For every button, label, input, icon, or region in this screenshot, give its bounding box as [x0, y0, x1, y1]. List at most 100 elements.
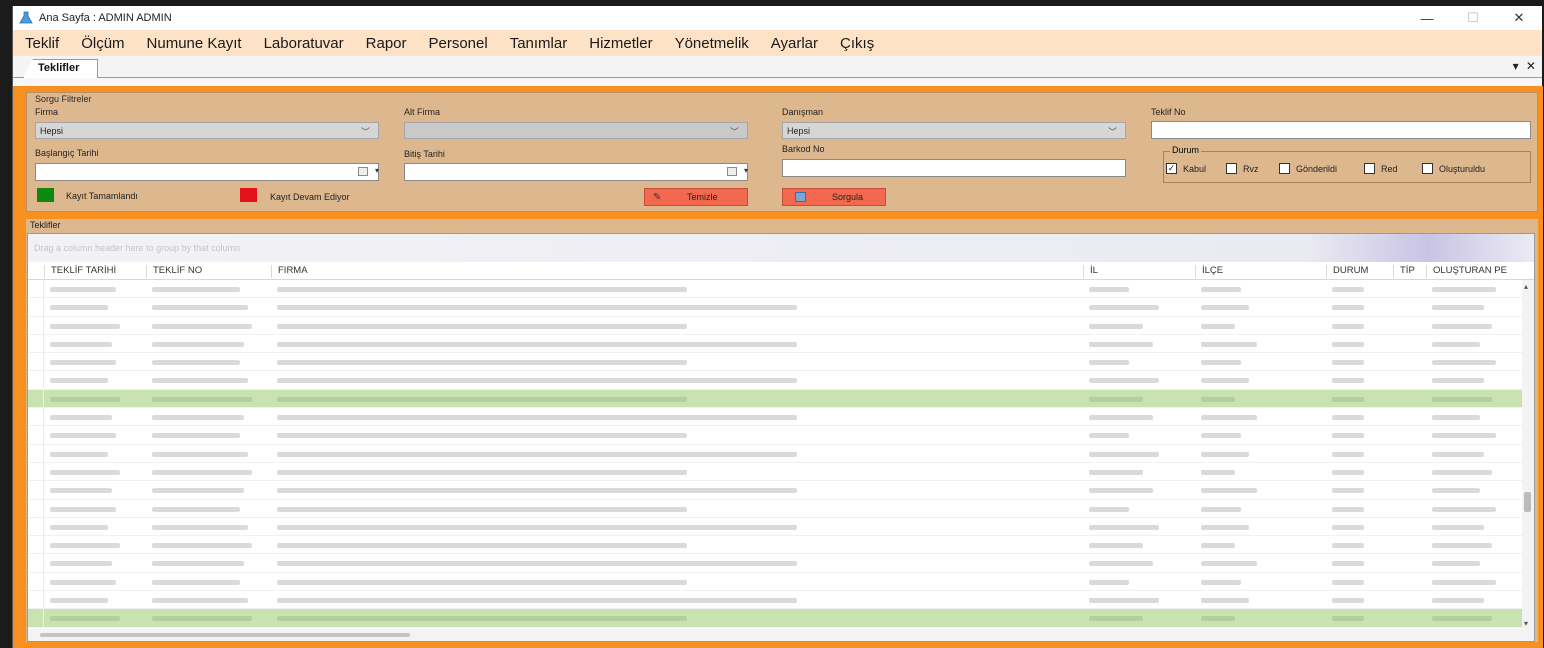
durum-kabul-checkbox[interactable]: ✓ Kabul — [1166, 163, 1206, 174]
col-il[interactable]: İL — [1083, 265, 1098, 278]
scroll-thumb[interactable] — [1524, 492, 1531, 512]
scroll-up-icon[interactable]: ▴ — [1524, 282, 1528, 291]
menu-rapor[interactable]: Rapor — [366, 35, 407, 52]
row-selector[interactable] — [28, 481, 44, 499]
durum-rvz-checkbox[interactable]: Rvz — [1226, 163, 1259, 174]
scroll-down-icon[interactable]: ▾ — [1524, 619, 1528, 628]
checkbox-icon[interactable] — [1422, 163, 1433, 174]
table-cell — [1332, 506, 1364, 512]
baslangic-tarihi-picker[interactable]: ▾ — [35, 163, 379, 181]
table-row[interactable] — [28, 444, 1534, 463]
table-row[interactable] — [28, 609, 1534, 628]
menu-yonetmelik[interactable]: Yönetmelik — [675, 35, 749, 52]
table-row[interactable] — [28, 554, 1534, 573]
table-cell — [1201, 360, 1241, 366]
table-row[interactable] — [28, 408, 1534, 427]
table-cell — [1089, 305, 1159, 311]
row-selector[interactable] — [28, 591, 44, 609]
barkod-no-input[interactable] — [782, 159, 1126, 177]
durum-gonderildi-checkbox[interactable]: Gönderildi — [1279, 163, 1337, 174]
legend-done-swatch — [37, 188, 54, 202]
maximize-button[interactable]: ☐ — [1450, 6, 1496, 30]
menu-hizmetler[interactable]: Hizmetler — [589, 35, 652, 52]
durum-red-checkbox[interactable]: Red — [1364, 163, 1398, 174]
table-row[interactable] — [28, 462, 1534, 482]
row-selector[interactable] — [28, 444, 44, 462]
checkbox-icon[interactable] — [1364, 163, 1375, 174]
row-selector[interactable] — [28, 334, 44, 353]
menu-teklif[interactable]: Teklif — [25, 35, 59, 52]
table-row[interactable] — [28, 517, 1534, 537]
table-row[interactable] — [28, 536, 1534, 555]
bitis-tarihi-picker[interactable]: ▾ — [404, 163, 748, 181]
row-selector[interactable] — [28, 371, 44, 389]
row-selector[interactable] — [28, 517, 44, 536]
row-selector[interactable] — [28, 280, 44, 298]
menu-numune-kayit[interactable]: Numune Kayıt — [147, 35, 242, 52]
table-row[interactable] — [28, 389, 1534, 409]
row-selector[interactable] — [28, 426, 44, 444]
row-selector[interactable] — [28, 389, 44, 408]
row-selector[interactable] — [28, 353, 44, 371]
row-selector[interactable] — [28, 298, 44, 316]
col-olusturan[interactable]: OLUŞTURAN PE — [1426, 265, 1534, 278]
calendar-icon[interactable] — [358, 167, 368, 176]
row-selector[interactable] — [28, 572, 44, 591]
table-cell — [1432, 378, 1484, 384]
col-teklif-tarihi[interactable]: TEKLİF TARİHİ — [44, 265, 116, 278]
checkbox-icon[interactable] — [1226, 163, 1237, 174]
teklifler-grid[interactable]: Drag a column header here to group by th… — [27, 233, 1535, 642]
firma-dropdown[interactable]: Hepsi ﹀ — [35, 122, 379, 139]
menu-laboratuvar[interactable]: Laboratuvar — [264, 35, 344, 52]
minimize-button[interactable]: — — [1404, 6, 1450, 30]
table-row[interactable] — [28, 353, 1534, 372]
menu-cikis[interactable]: Çıkış — [840, 35, 874, 52]
scroll-thumb[interactable] — [40, 633, 410, 637]
horizontal-scrollbar[interactable] — [28, 629, 1524, 641]
group-by-panel[interactable]: Drag a column header here to group by th… — [28, 234, 1534, 262]
tab-controls[interactable]: ▾ ✕ — [1513, 59, 1538, 73]
row-selector[interactable] — [28, 536, 44, 554]
menu-tanimlar[interactable]: Tanımlar — [510, 35, 568, 52]
teklif-no-input[interactable] — [1151, 121, 1531, 139]
table-row[interactable] — [28, 426, 1534, 445]
col-teklif-no[interactable]: TEKLİF NO — [146, 265, 202, 278]
chevron-down-icon[interactable]: ▾ — [375, 166, 379, 175]
durum-olusturuldu-checkbox[interactable]: Oluşturuldu — [1422, 163, 1485, 174]
row-selector[interactable] — [28, 554, 44, 572]
tab-teklifler[interactable]: Teklifler — [23, 59, 99, 78]
table-row[interactable] — [28, 572, 1534, 592]
col-durum[interactable]: DURUM — [1326, 265, 1368, 278]
col-firma[interactable]: FIRMA — [271, 265, 308, 278]
checkbox-checked-icon[interactable]: ✓ — [1166, 163, 1177, 174]
table-row[interactable] — [28, 499, 1534, 518]
row-selector[interactable] — [28, 462, 44, 481]
row-selector[interactable] — [28, 499, 44, 517]
danisman-dropdown[interactable]: Hepsi ﹀ — [782, 122, 1126, 139]
row-selector[interactable] — [28, 609, 44, 627]
vertical-scrollbar[interactable]: ▴ ▾ — [1522, 280, 1534, 641]
table-cell — [277, 433, 687, 439]
menu-ayarlar[interactable]: Ayarlar — [771, 35, 818, 52]
close-button[interactable]: ✕ — [1496, 6, 1542, 30]
table-row[interactable] — [28, 280, 1534, 299]
checkbox-icon[interactable] — [1279, 163, 1290, 174]
row-selector[interactable] — [28, 316, 44, 334]
table-row[interactable] — [28, 371, 1534, 390]
table-row[interactable] — [28, 316, 1534, 335]
table-row[interactable] — [28, 481, 1534, 500]
sorgula-button[interactable]: Sorgula — [782, 188, 886, 206]
calendar-icon[interactable] — [727, 167, 737, 176]
chevron-down-icon[interactable]: ▾ — [744, 166, 748, 175]
table-row[interactable] — [28, 591, 1534, 610]
row-selector[interactable] — [28, 408, 44, 426]
col-ilce[interactable]: İLÇE — [1195, 265, 1223, 278]
menu-personel[interactable]: Personel — [429, 35, 488, 52]
table-row[interactable] — [28, 298, 1534, 317]
alt-firma-dropdown[interactable]: ﹀ — [404, 122, 748, 139]
table-cell — [50, 561, 112, 567]
menu-olcum[interactable]: Ölçüm — [81, 35, 124, 52]
table-row[interactable] — [28, 334, 1534, 354]
temizle-button[interactable]: ✎ Temizle — [644, 188, 748, 206]
col-tip[interactable]: TİP — [1393, 265, 1415, 278]
